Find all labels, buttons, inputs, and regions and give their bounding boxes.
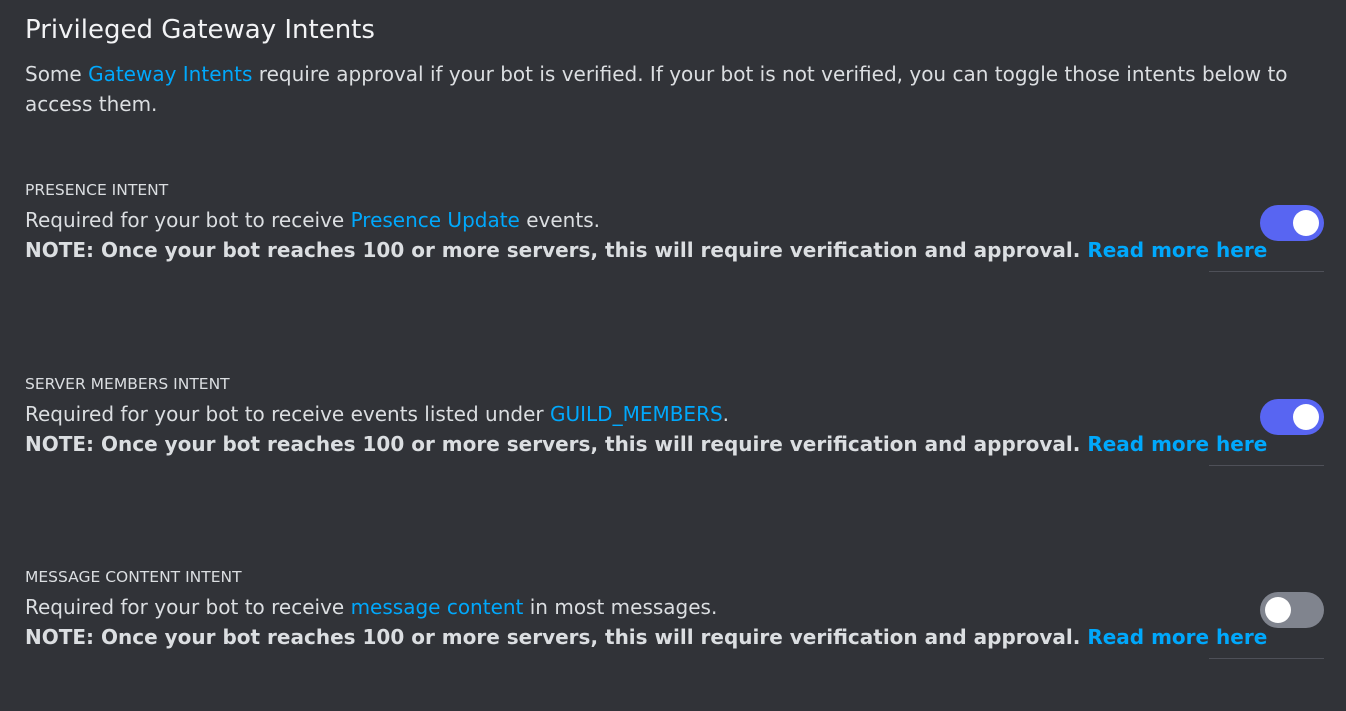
read-more-link[interactable]: Read more here bbox=[1087, 238, 1267, 262]
intent-title: SERVER MEMBERS INTENT bbox=[25, 375, 230, 393]
divider bbox=[1209, 465, 1324, 466]
divider bbox=[1209, 658, 1324, 659]
intent-description: Required for your bot to receive Presenc… bbox=[25, 205, 600, 235]
description-end: . bbox=[722, 402, 730, 426]
description-start: Required for your bot to receive bbox=[25, 595, 351, 619]
presence-intent-row: PRESENCE INTENT Required for your bot to… bbox=[0, 180, 1346, 320]
description-start: Required for your bot to receive events … bbox=[25, 402, 550, 426]
message-content-link[interactable]: message content bbox=[351, 595, 524, 619]
note-text: NOTE: Once your bot reaches 100 or more … bbox=[25, 238, 1088, 262]
intro-text-start: Some bbox=[25, 62, 89, 86]
presence-intent-toggle[interactable] bbox=[1260, 205, 1324, 241]
note-text: NOTE: Once your bot reaches 100 or more … bbox=[25, 625, 1088, 649]
divider bbox=[1209, 271, 1324, 272]
guild-members-link[interactable]: GUILD_MEMBERS bbox=[550, 402, 723, 426]
intent-description: Required for your bot to receive events … bbox=[25, 399, 729, 429]
intent-note: NOTE: Once your bot reaches 100 or more … bbox=[25, 622, 1267, 652]
intent-title: PRESENCE INTENT bbox=[25, 181, 169, 199]
server-members-intent-row: SERVER MEMBERS INTENT Required for your … bbox=[0, 374, 1346, 514]
message-content-intent-row: MESSAGE CONTENT INTENT Required for your… bbox=[0, 567, 1346, 707]
server-members-intent-toggle[interactable] bbox=[1260, 399, 1324, 435]
intent-description: Required for your bot to receive message… bbox=[25, 592, 717, 622]
read-more-link[interactable]: Read more here bbox=[1087, 432, 1267, 456]
description-end: in most messages. bbox=[523, 595, 718, 619]
section-title: Privileged Gateway Intents bbox=[25, 15, 375, 45]
intent-title: MESSAGE CONTENT INTENT bbox=[25, 568, 242, 586]
intent-note: NOTE: Once your bot reaches 100 or more … bbox=[25, 429, 1267, 459]
read-more-link[interactable]: Read more here bbox=[1087, 625, 1267, 649]
message-content-intent-toggle[interactable] bbox=[1260, 592, 1324, 628]
description-start: Required for your bot to receive bbox=[25, 208, 351, 232]
toggle-knob bbox=[1265, 597, 1291, 623]
description-end: events. bbox=[519, 208, 600, 232]
note-text: NOTE: Once your bot reaches 100 or more … bbox=[25, 432, 1088, 456]
intent-note: NOTE: Once your bot reaches 100 or more … bbox=[25, 235, 1267, 265]
presence-update-link[interactable]: Presence Update bbox=[351, 208, 520, 232]
toggle-knob bbox=[1293, 210, 1319, 236]
toggle-knob bbox=[1293, 404, 1319, 430]
intro-text: Some Gateway Intents require approval if… bbox=[25, 59, 1315, 119]
gateway-intents-link[interactable]: Gateway Intents bbox=[88, 62, 252, 86]
